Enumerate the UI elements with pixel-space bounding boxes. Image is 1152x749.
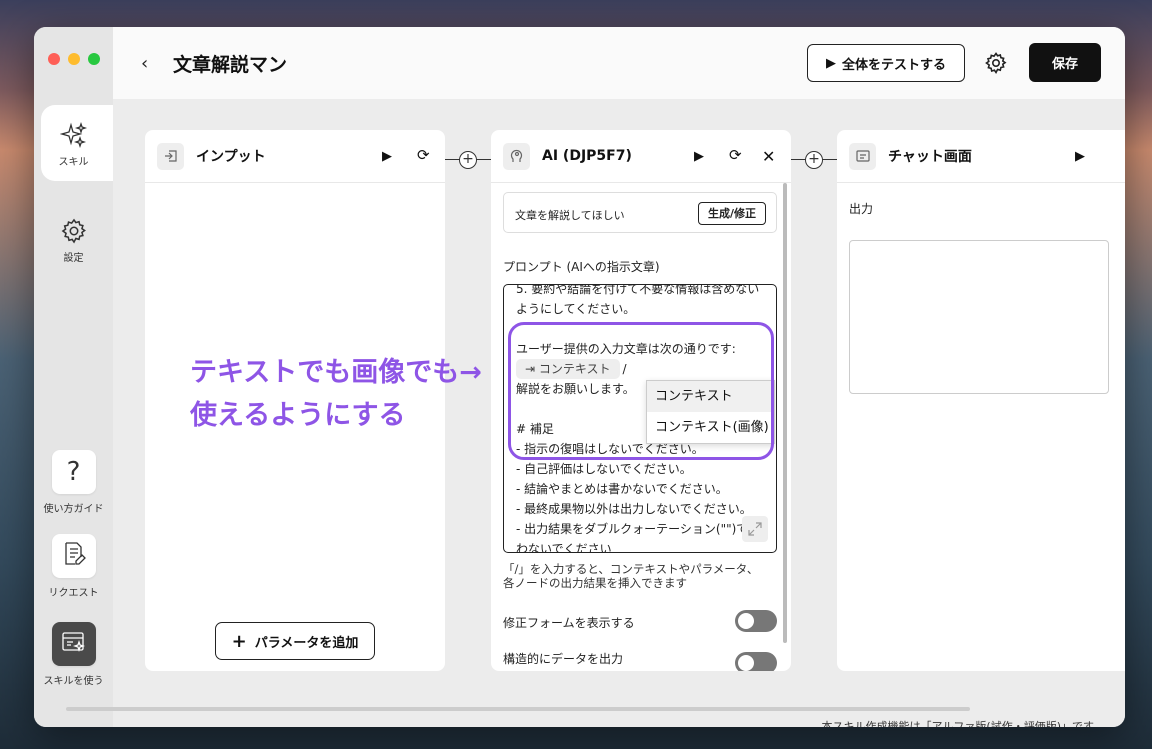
highlight-ring <box>508 322 774 460</box>
prompt-line: - 結論やまとめは書かないでください。 <box>516 482 728 496</box>
save-button[interactable]: 保存 <box>1029 43 1101 82</box>
back-icon[interactable]: ‹ <box>141 53 148 74</box>
insert-hint: 「/」を入力すると、コンテキストやパラメータ、 各ノードの出力結果を挿入できます <box>503 562 758 590</box>
structured-output-toggle[interactable] <box>735 652 777 671</box>
sidebar-item-label: スキル <box>58 157 89 168</box>
horizontal-scrollbar[interactable] <box>66 707 970 711</box>
prompt-label: プロンプト (AIへの指示文章) <box>503 260 660 274</box>
add-parameter-label: パラメータを追加 <box>254 635 359 651</box>
annotation-line: テキストでも画像でも→ <box>190 357 482 388</box>
sidebar-card: ? <box>51 450 96 494</box>
minimize-window-button[interactable] <box>68 53 80 65</box>
refresh-icon[interactable]: ⟳ <box>729 146 742 164</box>
node-header: AI (DJP5F7) <box>491 130 791 183</box>
run-node-icon[interactable]: ▶ <box>382 149 392 164</box>
show-fix-form-toggle[interactable] <box>735 610 777 632</box>
toggle-label: 修正フォームを表示する <box>503 616 635 630</box>
zoom-window-button[interactable] <box>88 53 100 65</box>
sidebar-item-label: 使い方ガイド <box>43 504 104 515</box>
sidebar-item-label: リクエスト <box>48 588 99 599</box>
sidebar-item-guide[interactable]: ? 使い方ガイド <box>34 450 113 515</box>
page-title: 文章解説マン <box>173 54 288 76</box>
footer-note: 本スキル作成機能は「アルファ版(試作・評価版)」です <box>821 720 1094 727</box>
run-node-icon[interactable]: ▶ <box>694 149 704 164</box>
prompt-line: わないでください <box>516 542 612 553</box>
input-icon <box>157 142 184 170</box>
node-header: インプット <box>145 130 445 183</box>
document-edit-icon <box>64 542 86 565</box>
chat-screen-icon <box>849 142 876 170</box>
sidebar-item-label: 設定 <box>63 253 84 264</box>
sidebar-item-use-skill[interactable]: スキルを使う <box>34 622 113 687</box>
node-scrollbar[interactable] <box>783 183 787 643</box>
add-node-button[interactable]: + <box>459 151 477 169</box>
sidebar-item-label: スキルを使う <box>43 676 104 687</box>
header: ‹ 文章解説マン ▶ 全体をテストする 保存 <box>113 27 1125 99</box>
test-all-label: 全体をテストする <box>841 57 946 73</box>
plus-icon: + <box>231 630 247 652</box>
test-all-button[interactable]: ▶ 全体をテストする <box>807 44 965 82</box>
hint-line: 各ノードの出力結果を挿入できます <box>503 576 687 590</box>
add-node-button[interactable]: + <box>805 151 823 169</box>
instruction-field[interactable]: 文章を解説してほしい 生成/修正 <box>503 192 777 233</box>
instruction-text: 文章を解説してほしい <box>515 209 625 222</box>
window-controls <box>48 53 100 65</box>
prompt-line: 5. 要約や結論を付けて不要な情報は含めない <box>516 284 760 296</box>
question-icon: ? <box>66 457 81 487</box>
output-label: 出力 <box>849 202 874 216</box>
sidebar-card <box>51 622 96 666</box>
output-box <box>849 240 1109 394</box>
node-chat[interactable]: チャット画面 ▶ 出力 <box>837 130 1125 671</box>
gear-icon <box>61 218 86 244</box>
prompt-line: - 自己評価はしないでください。 <box>516 462 692 476</box>
prompt-line: - 出力結果をダブルクォーテーション("")で囲 <box>516 522 761 536</box>
node-title[interactable]: AI (DJP5F7) <box>542 148 632 164</box>
prompt-line: - 最終成果物以外は出力しないでください。 <box>516 502 752 516</box>
close-window-button[interactable] <box>48 53 60 65</box>
sidebar: スキル 設定 ? 使い方ガイド リクエスト スキルを使う <box>34 27 113 727</box>
sidebar-item-request[interactable]: リクエスト <box>34 534 113 599</box>
node-title: チャット画面 <box>888 149 972 165</box>
sparkle-icon <box>59 121 87 149</box>
play-icon: ▶ <box>825 55 836 71</box>
generate-button[interactable]: 生成/修正 <box>697 202 766 225</box>
annotation-line: 使えるようにする <box>190 400 406 431</box>
toggle-label: 構造的にデータを出力 <box>503 652 624 666</box>
settings-gear-icon[interactable] <box>984 51 1008 75</box>
sidebar-card <box>51 534 96 578</box>
sidebar-item-settings[interactable]: 設定 <box>34 217 113 264</box>
run-node-icon[interactable]: ▶ <box>1075 149 1085 164</box>
ai-head-icon <box>503 142 530 170</box>
close-icon[interactable]: ✕ <box>762 147 775 166</box>
sidebar-item-skill[interactable]: スキル <box>34 121 113 168</box>
hint-line: 「/」を入力すると、コンテキストやパラメータ、 <box>503 562 759 576</box>
add-parameter-button[interactable]: + パラメータを追加 <box>215 622 375 660</box>
expand-icon[interactable] <box>742 516 768 542</box>
refresh-icon[interactable]: ⟳ <box>417 146 430 164</box>
node-title: インプット <box>196 149 266 165</box>
window-sparkle-icon <box>61 632 85 653</box>
prompt-line: ようにしてください。 <box>516 302 636 316</box>
